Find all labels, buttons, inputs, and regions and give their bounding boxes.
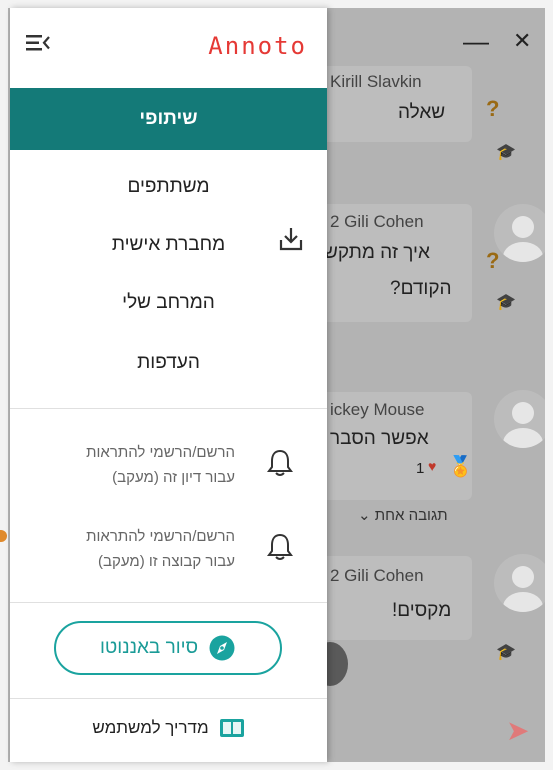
message-text: שאלה: [398, 102, 446, 123]
nav-item-label: שיתופי: [139, 108, 198, 129]
drawer-header: Annoto: [10, 8, 327, 80]
follow-group-toggle[interactable]: הרשם/הרשמי להתראות עבור קבוצה זו (מעקב): [10, 516, 327, 580]
message-author: Kirill Slavkin: [330, 72, 422, 91]
user-guide-label: מדריך למשתמש: [92, 718, 209, 737]
nav-item-sharing[interactable]: שיתופי: [10, 88, 327, 150]
message-text: אפשר הסבר: [330, 428, 429, 449]
user-guide-link[interactable]: מדריך למשתמש: [10, 708, 327, 748]
avatar: [494, 554, 545, 612]
message-author: 2 Gili Cohen: [330, 212, 424, 231]
side-indicator: [0, 530, 7, 542]
medal-icon: 🏅: [448, 456, 473, 478]
nav-item-participants[interactable]: משתתפים: [10, 158, 327, 216]
nav-item-label: העדפות: [137, 352, 200, 373]
follow-discussion-toggle[interactable]: הרשם/הרשמי להתראות עבור דיון זה (מעקב): [10, 432, 327, 496]
close-button[interactable]: ✕: [513, 28, 531, 54]
follow-group-label: הרשם/הרשמי להתראות עבור קבוצה זו (מעקב): [86, 528, 235, 570]
question-badge-icon: ?: [486, 96, 500, 121]
graduation-cap-icon: 🎓: [496, 294, 516, 311]
brand-logo: Annoto: [208, 32, 307, 60]
book-icon: [219, 719, 244, 737]
graduation-cap-icon: 🎓: [496, 644, 516, 661]
message-text: איך זה מתקש: [324, 242, 430, 263]
divider: [10, 698, 327, 699]
message-author: ickey Mouse: [330, 400, 425, 419]
message-author: 2 Gili Cohen: [330, 566, 424, 585]
nav-item-label: המרחב שלי: [122, 292, 215, 313]
nav-item-preferences[interactable]: העדפות: [10, 334, 327, 392]
side-drawer: Annoto שיתופי משתתפים מחברת אישית המרחב …: [10, 8, 327, 762]
nav-item-label: משתתפים: [127, 176, 210, 197]
compass-icon: [209, 635, 235, 661]
replies-toggle[interactable]: תגובה אחת ⌄: [358, 506, 448, 524]
tour-button-label: סיור באננוטו: [99, 637, 199, 658]
tour-button[interactable]: סיור באננוטו: [54, 621, 282, 675]
minimize-button[interactable]: —: [463, 26, 489, 57]
send-icon[interactable]: ➤: [506, 714, 529, 747]
nav-item-label: מחברת אישית: [111, 234, 226, 255]
avatar: [494, 204, 545, 262]
nav-item-my-space[interactable]: המרחב שלי: [10, 274, 327, 332]
follow-discussion-label: הרשם/הרשמי להתראות עבור דיון זה (מעקב): [86, 444, 235, 486]
avatar: [494, 390, 545, 448]
divider: [10, 408, 327, 409]
message-text-line2: הקודם?: [390, 278, 452, 299]
heart-icon[interactable]: ♥: [428, 458, 436, 474]
download-icon[interactable]: [278, 226, 304, 252]
collapse-menu-icon[interactable]: [25, 30, 51, 56]
app-frame: — ✕ Kirill Slavkin שאלה ? 🎓 2 Gili Cohen…: [0, 0, 553, 770]
bell-icon: [267, 449, 293, 476]
question-badge-icon: ?: [486, 248, 500, 273]
bell-icon: [267, 533, 293, 560]
message-text: מקסים!: [392, 600, 452, 621]
like-count: 1: [416, 460, 425, 477]
graduation-cap-icon: 🎓: [496, 144, 516, 161]
divider: [10, 602, 327, 603]
